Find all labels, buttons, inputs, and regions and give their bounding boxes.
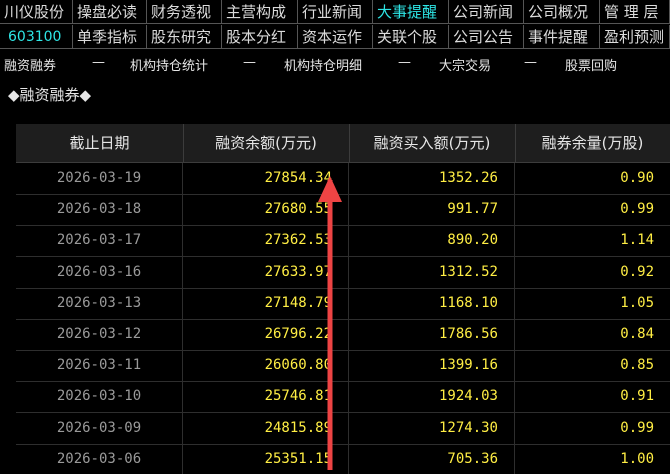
cell-date: 2026-03-13: [16, 287, 183, 319]
cell-financing-buy: 1274.30: [349, 412, 515, 444]
cell-short-balance: 1.00: [620, 450, 654, 467]
tab-main-business[interactable]: 主营构成: [222, 0, 298, 24]
cell-short-balance: 0.99: [620, 201, 654, 218]
tab-shareholder-research[interactable]: 股东研究: [147, 25, 222, 49]
cell-date: 2026-03-12: [16, 319, 183, 350]
subnav-institutional-stats[interactable]: 机构持仓统计: [130, 55, 208, 74]
tab-dividends[interactable]: 股本分红: [222, 25, 298, 49]
cell-date: 2026-03-11: [16, 350, 183, 382]
subnav-margin-trading[interactable]: 融资融券: [4, 55, 56, 74]
tab-major-events[interactable]: 大事提醒: [373, 0, 449, 24]
tab-company-news[interactable]: 公司新闻: [449, 0, 524, 24]
cell-financing-buy: 1924.03: [349, 381, 515, 413]
tab-stock-name[interactable]: 川仪股份: [0, 0, 73, 24]
red-up-arrow: [318, 176, 342, 470]
cell-short-balance: 0.91: [620, 388, 654, 405]
cell-financing-buy: 1399.16: [349, 350, 515, 382]
cell-financing-buy: 1352.26: [349, 163, 515, 194]
cell-short-balance: 0.90: [620, 170, 654, 186]
tab-related-stocks[interactable]: 关联个股: [373, 25, 449, 49]
cell-short-balance: 1.05: [620, 294, 654, 311]
cell-date: 2026-03-09: [16, 412, 183, 444]
header-date[interactable]: 截止日期: [16, 124, 184, 162]
cell-financing-buy: 1786.56: [349, 319, 515, 350]
tab-quarterly-indicators[interactable]: 单季指标: [73, 25, 147, 49]
cell-date: 2026-03-10: [16, 381, 183, 413]
cell-financing-buy: 1168.10: [349, 287, 515, 319]
header-financing-balance[interactable]: 融资余额(万元): [183, 124, 350, 162]
cell-short-balance: 0.85: [620, 357, 654, 374]
tab-management[interactable]: 管 理 层: [600, 0, 670, 24]
tab-company-profile[interactable]: 公司概况: [524, 0, 600, 24]
tab-financial-analysis[interactable]: 财务透视: [147, 0, 222, 24]
cell-financing-buy: 1312.52: [349, 256, 515, 288]
cell-date: 2026-03-19: [16, 163, 183, 194]
tab-row-1: 川仪股份 操盘必读 财务透视 主营构成 行业新闻 大事提醒 公司新闻 公司概况 …: [0, 0, 670, 25]
cell-short-balance: 0.99: [620, 419, 654, 436]
tab-profit-forecast[interactable]: 盈利预测: [600, 25, 670, 49]
cell-date: 2026-03-17: [16, 225, 183, 257]
tab-capital-operations[interactable]: 资本运作: [298, 25, 373, 49]
cell-short-balance: 0.84: [620, 326, 654, 342]
header-financing-buy[interactable]: 融资买入额(万元): [349, 124, 516, 162]
section-title: ◆融资融券◆: [8, 86, 92, 104]
cell-date: 2026-03-18: [16, 194, 183, 226]
subnav-block-trades[interactable]: 大宗交易: [439, 55, 491, 74]
cell-financing-buy: 705.36: [349, 443, 515, 474]
subnav-separator: —: [398, 55, 411, 70]
cell-short-balance: 1.14: [620, 232, 654, 249]
subnav-separator: —: [524, 55, 537, 70]
subnav-institutional-detail[interactable]: 机构持仓明细: [284, 55, 362, 74]
cell-short-balance: 0.92: [620, 263, 654, 280]
tab-company-announcements[interactable]: 公司公告: [449, 25, 524, 49]
tab-event-reminders[interactable]: 事件提醒: [524, 25, 600, 49]
subnav-separator: —: [243, 55, 256, 70]
subnav-separator: —: [92, 55, 105, 70]
header-short-balance[interactable]: 融券余量(万股): [515, 124, 670, 162]
tab-stock-code[interactable]: 603100: [0, 25, 73, 49]
cell-financing-buy: 890.20: [349, 225, 515, 257]
cell-date: 2026-03-06: [16, 443, 183, 474]
top-tab-grid: 川仪股份 操盘必读 财务透视 主营构成 行业新闻 大事提醒 公司新闻 公司概况 …: [0, 0, 670, 50]
table-header: 截止日期 融资余额(万元) 融资买入额(万元) 融券余量(万股): [16, 124, 670, 163]
tab-industry-news[interactable]: 行业新闻: [298, 0, 373, 24]
subnav-share-buyback[interactable]: 股票回购: [565, 55, 617, 74]
sub-navigation: 融资融券 — 机构持仓统计 — 机构持仓明细 — 大宗交易 — 股票回购: [0, 53, 670, 75]
cell-financing-buy: 991.77: [349, 194, 515, 226]
tab-row-2: 603100 单季指标 股东研究 股本分红 资本运作 关联个股 公司公告 事件提…: [0, 25, 670, 50]
tab-trading-guide[interactable]: 操盘必读: [73, 0, 147, 24]
cell-date: 2026-03-16: [16, 256, 183, 288]
